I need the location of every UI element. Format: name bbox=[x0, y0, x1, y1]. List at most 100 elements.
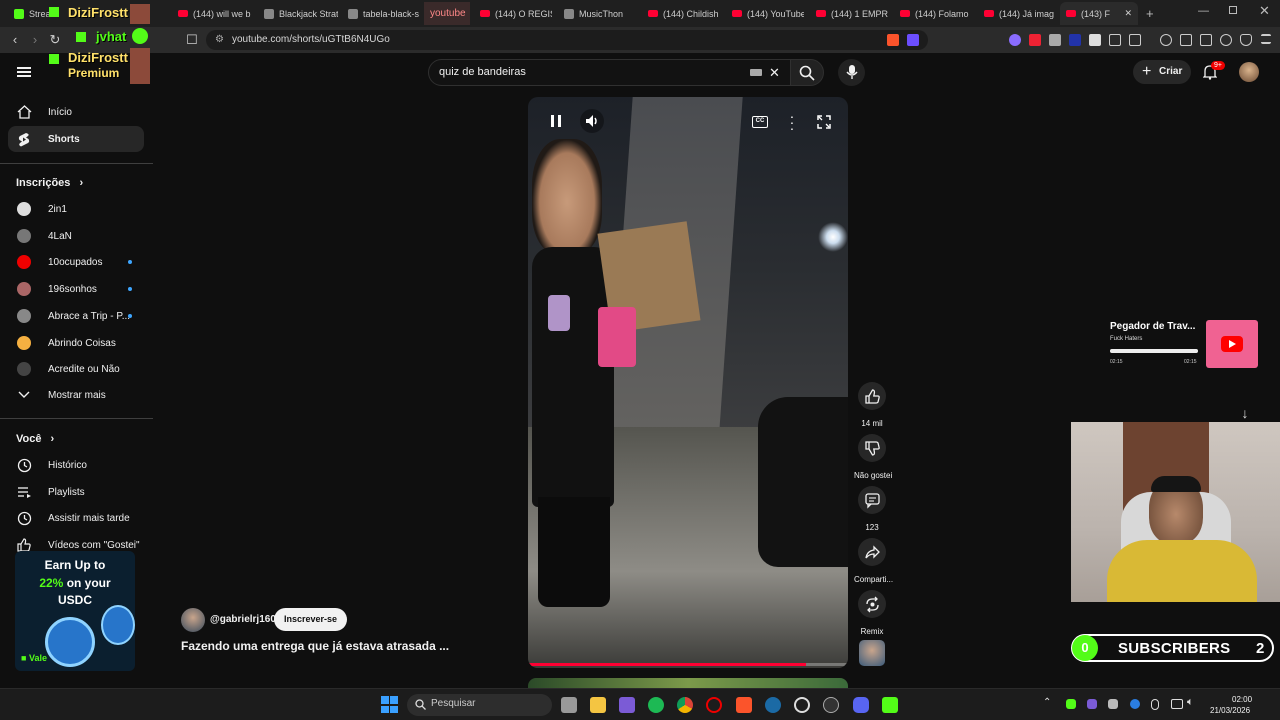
more-options-icon[interactable]: · · · bbox=[787, 109, 797, 135]
app-grid-icon[interactable] bbox=[619, 697, 635, 713]
volume-button[interactable] bbox=[580, 109, 604, 133]
browser-tab[interactable]: (144) YouTube bbox=[726, 2, 804, 25]
browser-tab[interactable]: (143) F ✕ bbox=[1060, 2, 1138, 25]
music-note-icon[interactable] bbox=[1160, 34, 1172, 46]
subscription-item[interactable]: 10ocupados bbox=[8, 249, 144, 275]
taskbar-search-box[interactable]: Pesquisar bbox=[407, 694, 552, 716]
extensions-puzzle-icon[interactable] bbox=[1109, 34, 1121, 46]
sidebar-toggle-icon[interactable] bbox=[1180, 34, 1192, 46]
extension-icon[interactable] bbox=[1069, 34, 1081, 46]
close-tab-icon[interactable]: ✕ bbox=[1124, 8, 1132, 19]
steam-icon[interactable] bbox=[765, 697, 781, 713]
browser-tab[interactable]: tabela-black-s bbox=[342, 2, 420, 25]
close-window-button[interactable]: ✕ bbox=[1259, 3, 1270, 19]
browser-tab[interactable]: (144) Folamo bbox=[894, 2, 972, 25]
create-button[interactable]: + Criar bbox=[1133, 60, 1191, 84]
brave-shield-icon[interactable] bbox=[887, 34, 899, 46]
brave-icon[interactable] bbox=[736, 697, 752, 713]
dislike-button[interactable]: Não gostei bbox=[854, 434, 892, 480]
obs-icon[interactable] bbox=[794, 697, 810, 713]
subscription-item[interactable]: Abrindo Coisas bbox=[8, 330, 144, 356]
volume-icon[interactable]: 🔈︎ bbox=[1187, 696, 1194, 709]
sound-thumbnail[interactable] bbox=[859, 640, 885, 666]
channel-avatar[interactable] bbox=[181, 608, 205, 632]
search-button[interactable] bbox=[790, 59, 824, 86]
pause-button[interactable] bbox=[544, 109, 568, 133]
new-tab-button[interactable]: + bbox=[1146, 6, 1154, 21]
sidebar-item-history[interactable]: Histórico bbox=[8, 452, 144, 478]
tray-app-icon[interactable] bbox=[1087, 699, 1097, 709]
subscribe-button[interactable]: Inscrever-se bbox=[274, 608, 347, 631]
microphone-icon[interactable] bbox=[1151, 699, 1159, 710]
next-short-preview[interactable] bbox=[528, 678, 848, 688]
tray-app-icon[interactable] bbox=[1108, 699, 1118, 709]
browser-tab[interactable]: (144) will we b bbox=[172, 2, 252, 25]
extension-icon[interactable] bbox=[1089, 34, 1101, 46]
keyboard-icon[interactable] bbox=[750, 69, 762, 76]
bluetooth-icon[interactable] bbox=[1130, 699, 1140, 709]
windows-start-icon[interactable] bbox=[381, 696, 398, 713]
sidebar-item-home[interactable]: Início bbox=[8, 99, 144, 125]
menu-icon[interactable] bbox=[1261, 34, 1271, 44]
clear-search-icon[interactable]: ✕ bbox=[769, 60, 780, 85]
subscription-item[interactable]: Abrace a Trip - P... bbox=[8, 303, 144, 329]
browser-tab[interactable]: MusicThon bbox=[558, 2, 636, 25]
subscription-item[interactable]: 2in1 bbox=[8, 196, 144, 222]
brave-rewards-icon[interactable] bbox=[907, 34, 919, 46]
show-more-button[interactable]: Mostrar mais bbox=[8, 382, 144, 408]
browser-tab[interactable]: Blackjack Strat bbox=[258, 2, 338, 25]
channel-handle[interactable]: @gabrielrj160 bbox=[210, 614, 276, 625]
share-button[interactable]: Comparti... bbox=[854, 538, 893, 584]
account-avatar[interactable] bbox=[1239, 62, 1259, 82]
streamlabs-icon[interactable] bbox=[823, 697, 839, 713]
minimize-button[interactable]: — bbox=[1198, 5, 1209, 17]
tray-app-icon[interactable] bbox=[1066, 699, 1076, 709]
browser-tab[interactable]: (144) Childish bbox=[642, 2, 720, 25]
address-bar[interactable]: ⚙ youtube.com/shorts/uGTtB6N4UGo bbox=[206, 30, 928, 50]
search-input[interactable]: quiz de bandeiras ✕ bbox=[428, 59, 791, 86]
site-info-icon[interactable]: ⚙ bbox=[215, 30, 224, 50]
sidebar-item-watch-later[interactable]: Assistir mais tarde bbox=[8, 505, 144, 531]
maximize-button[interactable] bbox=[1229, 6, 1237, 14]
clock-date[interactable]: 21/03/2026 bbox=[1210, 706, 1250, 715]
opera-icon[interactable] bbox=[706, 697, 722, 713]
remix-button[interactable]: Remix bbox=[854, 590, 890, 636]
vpn-shield-icon[interactable] bbox=[1240, 34, 1252, 46]
extension-icon[interactable] bbox=[1009, 34, 1021, 46]
extension-icon[interactable] bbox=[1029, 34, 1041, 46]
back-icon[interactable]: ‹ bbox=[8, 33, 22, 47]
like-button[interactable]: 14 mil bbox=[854, 382, 890, 428]
browser-tab[interactable]: youtube bbox=[424, 2, 470, 25]
notifications-button[interactable]: 9+ bbox=[1202, 61, 1225, 81]
video-progress-track[interactable] bbox=[528, 663, 848, 666]
fullscreen-button[interactable] bbox=[817, 115, 831, 129]
browser-tab[interactable]: (144) Já imag bbox=[978, 2, 1056, 25]
clock-time[interactable]: 02:00 bbox=[1232, 695, 1252, 704]
shorts-video-player[interactable]: CC · · · bbox=[528, 97, 848, 668]
wifi-icon[interactable] bbox=[1171, 699, 1183, 709]
voice-search-button[interactable] bbox=[838, 59, 865, 86]
screenshot-icon[interactable] bbox=[1129, 34, 1141, 46]
hamburger-menu-icon[interactable] bbox=[17, 67, 31, 77]
captions-button[interactable]: CC bbox=[752, 116, 768, 128]
spotify-icon[interactable] bbox=[648, 697, 664, 713]
browser-tab[interactable]: (144) O REGIS bbox=[474, 2, 552, 25]
comments-button[interactable]: 123 bbox=[854, 486, 890, 532]
wallet-icon[interactable] bbox=[1200, 34, 1212, 46]
task-view-icon[interactable] bbox=[561, 697, 577, 713]
forward-icon[interactable]: › bbox=[28, 33, 42, 47]
subscription-item[interactable]: Acredite ou Não bbox=[8, 356, 144, 382]
discord-icon[interactable] bbox=[853, 697, 869, 713]
chrome-icon[interactable] bbox=[677, 697, 693, 713]
subscription-item[interactable]: 196sonhos bbox=[8, 276, 144, 302]
leo-ai-icon[interactable] bbox=[1220, 34, 1232, 46]
sidebar-item-shorts[interactable]: Shorts bbox=[8, 126, 144, 152]
subscription-item[interactable]: 4LaN bbox=[8, 223, 144, 249]
tray-chevron-icon[interactable]: ⌃ bbox=[1043, 697, 1051, 708]
sidebar-item-playlists[interactable]: Playlists bbox=[8, 479, 144, 505]
file-explorer-icon[interactable] bbox=[590, 697, 606, 713]
browser-tab[interactable]: (144) 1 EMPR bbox=[810, 2, 888, 25]
bookmark-icon[interactable]: ☐ bbox=[185, 33, 199, 47]
extension-icon[interactable] bbox=[1049, 34, 1061, 46]
short-title[interactable]: Fazendo uma entrega que já estava atrasa… bbox=[181, 639, 449, 653]
